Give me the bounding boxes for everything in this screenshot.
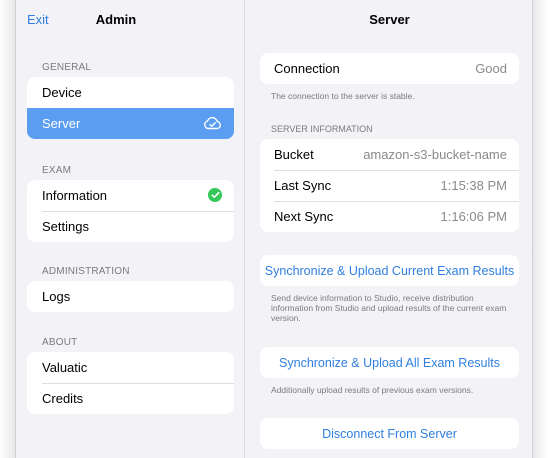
disconnect-button[interactable]: Disconnect From Server <box>260 418 519 449</box>
sync-all-footnote: Additionally upload results of previous … <box>271 385 474 395</box>
connection-label: Connection <box>274 61 340 76</box>
sidebar-item-label: Logs <box>42 289 71 304</box>
connection-status: Good <box>475 61 507 76</box>
sidebar-item-device[interactable]: Device <box>27 77 234 108</box>
sidebar-item-label: Device <box>42 85 82 100</box>
server-info-header: SERVER INFORMATION <box>271 124 373 134</box>
sidebar-item-information[interactable]: Information <box>27 180 234 211</box>
window-shadow-left <box>0 0 15 458</box>
section-header-administration: ADMINISTRATION <box>42 266 130 277</box>
bucket-row: Bucket amazon-s3-bucket-name <box>260 139 519 170</box>
section-header-about: ABOUT <box>42 337 78 348</box>
row-label: Last Sync <box>274 178 332 193</box>
window-shadow-right <box>533 0 548 458</box>
green-check-icon <box>208 188 222 202</box>
admin-window: Exit Admin GENERAL Device Server EXAM In… <box>15 0 533 458</box>
section-header-exam: EXAM <box>42 165 72 176</box>
section-header-general: GENERAL <box>42 62 92 73</box>
cloud-check-icon <box>203 116 222 133</box>
row-value: 1:15:38 PM <box>440 178 508 193</box>
connection-row: Connection Good <box>260 53 519 84</box>
sync-all-button[interactable]: Synchronize & Upload All Exam Results <box>260 347 519 378</box>
sidebar-item-label: Valuatic <box>42 360 88 375</box>
sidebar-item-server[interactable]: Server <box>27 108 234 139</box>
row-label: Next Sync <box>274 209 334 224</box>
sidebar: Exit Admin GENERAL Device Server EXAM In… <box>16 0 245 458</box>
sidebar-item-label: Settings <box>42 219 89 234</box>
sidebar-item-label: Credits <box>42 391 84 406</box>
sync-current-footnote: Send device information to Studio, recei… <box>271 293 507 323</box>
server-info-group: Bucket amazon-s3-bucket-name Last Sync 1… <box>260 139 519 232</box>
connection-group: Connection Good <box>260 53 519 84</box>
group-general: Device Server <box>27 77 234 139</box>
sidebar-item-label: Server <box>42 116 81 131</box>
sidebar-title: Admin <box>95 12 137 27</box>
row-value: 1:16:06 PM <box>440 209 508 224</box>
next-sync-row: Next Sync 1:16:06 PM <box>260 201 519 232</box>
sidebar-header: Exit Admin <box>16 0 245 40</box>
sidebar-item-credits[interactable]: Credits <box>27 383 234 414</box>
group-administration: Logs <box>27 281 234 312</box>
last-sync-row: Last Sync 1:15:38 PM <box>260 170 519 201</box>
group-about: Valuatic Credits <box>27 352 234 414</box>
detail-pane: Server Connection Good The connection to… <box>245 0 532 458</box>
sidebar-item-label: Information <box>42 188 108 203</box>
page-title: Server <box>369 12 410 27</box>
sync-current-button[interactable]: Synchronize & Upload Current Exam Result… <box>260 255 519 286</box>
row-value: amazon-s3-bucket-name <box>363 147 507 162</box>
row-label: Bucket <box>274 147 314 162</box>
sidebar-item-valuatic[interactable]: Valuatic <box>27 352 234 383</box>
sidebar-item-logs[interactable]: Logs <box>27 281 234 312</box>
connection-footnote: The connection to the server is stable. <box>271 91 415 101</box>
sidebar-item-settings[interactable]: Settings <box>27 211 234 242</box>
group-exam: Information Settings <box>27 180 234 242</box>
